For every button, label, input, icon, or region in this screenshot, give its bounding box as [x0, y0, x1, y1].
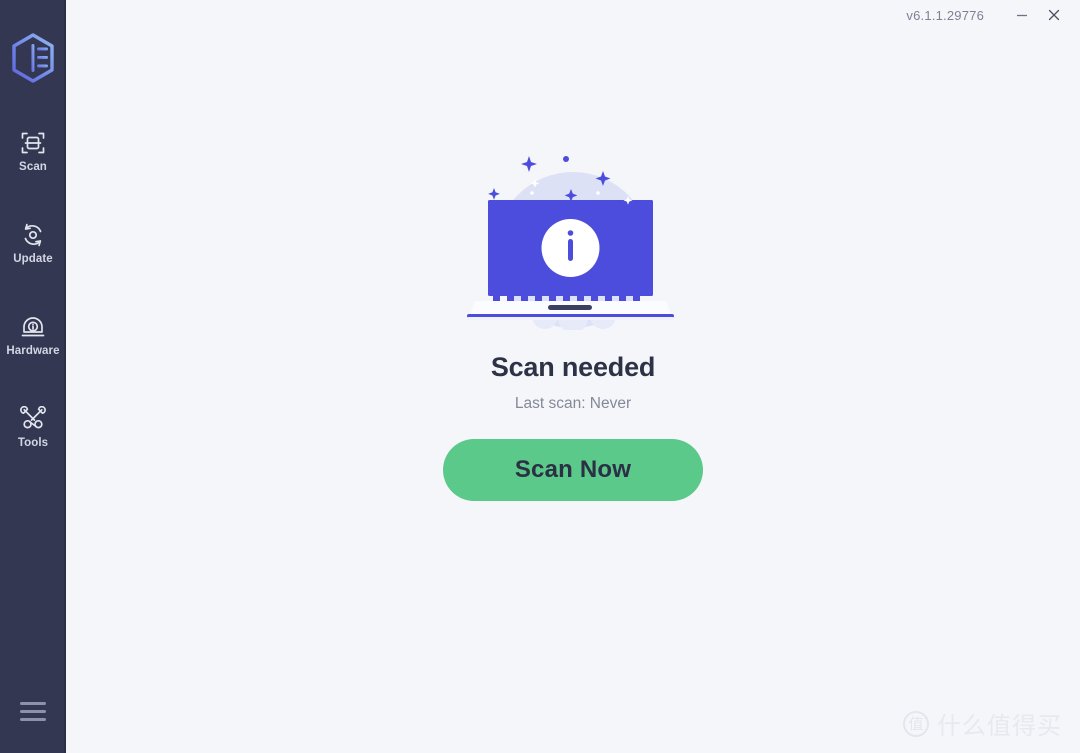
hamburger-icon-line: [20, 701, 46, 705]
sidebar-item-update[interactable]: Update: [0, 212, 66, 276]
sidebar-item-label: Scan: [19, 161, 47, 173]
sidebar-item-label: Hardware: [6, 345, 60, 357]
laptop-info-illustration-svg: [467, 156, 674, 330]
tools-icon: [20, 406, 46, 432]
page-title: Scan needed: [490, 352, 656, 382]
status-panel: Scan needed Last scan: Never Scan Now: [66, 140, 1080, 501]
sidebar-nav: Scan Update Hardware Tools: [0, 120, 66, 488]
sidebar-item-tools[interactable]: Tools: [0, 396, 66, 460]
app-logo[interactable]: [9, 33, 57, 83]
hardware-icon: [20, 314, 46, 340]
minimize-icon: [1017, 14, 1027, 17]
last-scan-label: Last scan: Never: [514, 395, 632, 412]
sidebar-item-label: Update: [13, 253, 53, 265]
sidebar-item-scan[interactable]: Scan: [0, 120, 66, 184]
titlebar: v6.1.1.29776: [66, 0, 1080, 30]
version-label: v6.1.1.29776: [906, 7, 984, 23]
watermark-text: 什么值得买: [937, 712, 1062, 740]
watermark: 值 什么值得买: [903, 706, 1062, 741]
hamburger-icon-line: [20, 709, 46, 713]
minimize-button[interactable]: [1006, 0, 1038, 30]
main-content: v6.1.1.29776 Scan needed Last scan: Neve…: [66, 0, 1080, 753]
close-icon: [1048, 9, 1060, 21]
app-window: Scan Update Hardware Tools v6.1.1.29776 …: [0, 0, 1080, 753]
app-logo-icon: [12, 33, 54, 83]
menu-button[interactable]: [0, 683, 66, 739]
watermark-badge: 值: [903, 710, 929, 737]
sidebar-item-label: Tools: [17, 437, 49, 449]
laptop-info-illustration: [453, 140, 693, 330]
scan-icon: [20, 130, 46, 156]
sidebar-item-hardware[interactable]: Hardware: [0, 304, 66, 368]
sidebar: Scan Update Hardware Tools: [0, 0, 66, 753]
hamburger-icon-line: [20, 717, 46, 721]
close-button[interactable]: [1038, 0, 1070, 30]
scan-now-button[interactable]: Scan Now: [443, 439, 703, 501]
update-icon: [20, 222, 46, 248]
